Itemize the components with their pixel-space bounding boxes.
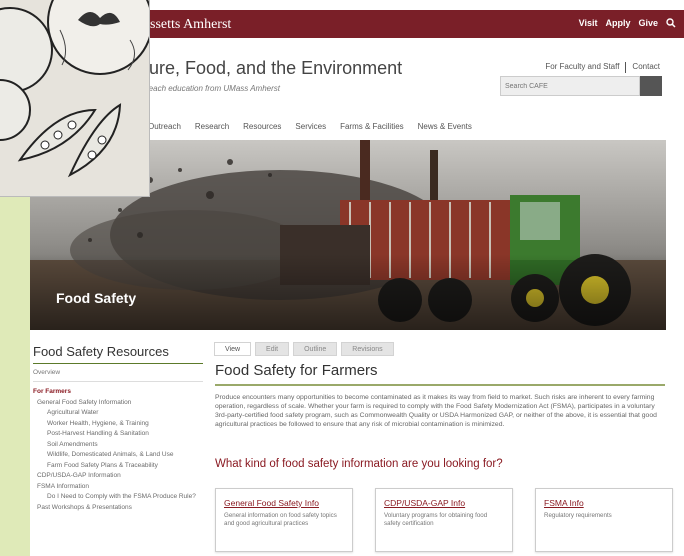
apply-link[interactable]: Apply bbox=[605, 18, 630, 31]
sidebar-item-worker-health[interactable]: Worker Health, Hygiene, & Training bbox=[33, 420, 203, 427]
tab-revisions[interactable]: Revisions bbox=[341, 342, 394, 356]
section-question: What kind of food safety information are… bbox=[215, 458, 503, 470]
sidebar-rule bbox=[33, 363, 203, 364]
sidebar-item-safety-plans[interactable]: Farm Food Safety Plans & Traceability bbox=[33, 462, 203, 469]
sidebar-item-wildlife[interactable]: Wildlife, Domesticated Animals, & Land U… bbox=[33, 451, 203, 458]
hero-title: Food Safety bbox=[56, 290, 137, 306]
site-search bbox=[500, 76, 662, 96]
intro-paragraph: Produce encounters many opportunities to… bbox=[215, 394, 657, 428]
nav-research[interactable]: Research bbox=[195, 122, 229, 131]
card-title[interactable]: General Food Safety Info bbox=[224, 498, 344, 508]
sidebar-item-general-info[interactable]: General Food Safety Information bbox=[33, 399, 203, 406]
card-title[interactable]: CDP/USDA-GAP Info bbox=[384, 498, 504, 508]
card-description: Regulatory requirements bbox=[544, 512, 612, 519]
sidebar-title: Food Safety Resources bbox=[33, 344, 169, 359]
card-gap-info[interactable]: CDP/USDA-GAP Info Voluntary programs for… bbox=[375, 488, 513, 552]
card-general-info[interactable]: General Food Safety Info General informa… bbox=[215, 488, 353, 552]
sidebar-item-fsma-info[interactable]: FSMA Information bbox=[33, 483, 203, 490]
nav-farms-facilities[interactable]: Farms & Facilities bbox=[340, 122, 404, 131]
sidebar-item-soil-amendments[interactable]: Soil Amendments bbox=[33, 441, 203, 448]
site-tagline: reach education from UMass Amherst bbox=[146, 84, 280, 93]
sidebar-item-past-workshops[interactable]: Past Workshops & Presentations bbox=[33, 504, 203, 511]
edit-tabs: View Edit Outline Revisions bbox=[214, 342, 394, 356]
tab-outline[interactable]: Outline bbox=[293, 342, 338, 356]
search-button[interactable] bbox=[640, 76, 662, 96]
tab-view[interactable]: View bbox=[214, 342, 252, 356]
university-brand[interactable]: ssetts Amherst bbox=[150, 17, 231, 33]
site-title[interactable]: lture, Food, and the Environment bbox=[140, 58, 402, 79]
vegetable-illustration bbox=[0, 0, 150, 197]
secondary-links: For Faculty and Staff Contact bbox=[545, 62, 660, 73]
nav-services[interactable]: Services bbox=[295, 122, 326, 131]
tomato-pea-drawing bbox=[0, 0, 149, 178]
sidebar-item-gap-info[interactable]: CDP/USDA-GAP Information bbox=[33, 472, 203, 479]
sidebar-item-overview[interactable]: Overview bbox=[33, 369, 203, 383]
card-description: General information on food safety topic… bbox=[224, 512, 337, 527]
give-link[interactable]: Give bbox=[638, 18, 658, 31]
main-nav: Outreach Research Resources Services Far… bbox=[148, 122, 472, 131]
card-title[interactable]: FSMA Info bbox=[544, 498, 664, 508]
contact-link[interactable]: Contact bbox=[632, 62, 660, 73]
sidebar-item-post-harvest[interactable]: Post-Harvest Handling & Sanitation bbox=[33, 430, 203, 437]
utility-nav: Visit Apply Give bbox=[579, 18, 676, 31]
sidebar-item-for-farmers[interactable]: For Farmers bbox=[33, 388, 203, 395]
tab-edit[interactable]: Edit bbox=[255, 342, 290, 356]
page-title: Food Safety for Farmers bbox=[215, 362, 378, 379]
title-rule bbox=[215, 384, 665, 386]
sidebar-item-fsma-comply[interactable]: Do I Need to Comply with the FSMA Produc… bbox=[33, 493, 203, 500]
divider bbox=[625, 62, 627, 73]
nav-outreach[interactable]: Outreach bbox=[148, 122, 181, 131]
visit-link[interactable]: Visit bbox=[579, 18, 598, 31]
sidebar-item-agricultural-water[interactable]: Agricultural Water bbox=[33, 409, 203, 416]
sidebar-menu: Overview For Farmers General Food Safety… bbox=[33, 369, 203, 514]
card-description: Voluntary programs for obtaining food sa… bbox=[384, 512, 488, 527]
card-fsma-info[interactable]: FSMA Info Regulatory requirements bbox=[535, 488, 673, 552]
faculty-staff-link[interactable]: For Faculty and Staff bbox=[545, 62, 619, 73]
nav-news-events[interactable]: News & Events bbox=[418, 122, 472, 131]
search-icon[interactable] bbox=[666, 18, 676, 31]
info-cards: General Food Safety Info General informa… bbox=[215, 488, 673, 552]
search-input[interactable] bbox=[500, 76, 640, 96]
nav-resources[interactable]: Resources bbox=[243, 122, 281, 131]
